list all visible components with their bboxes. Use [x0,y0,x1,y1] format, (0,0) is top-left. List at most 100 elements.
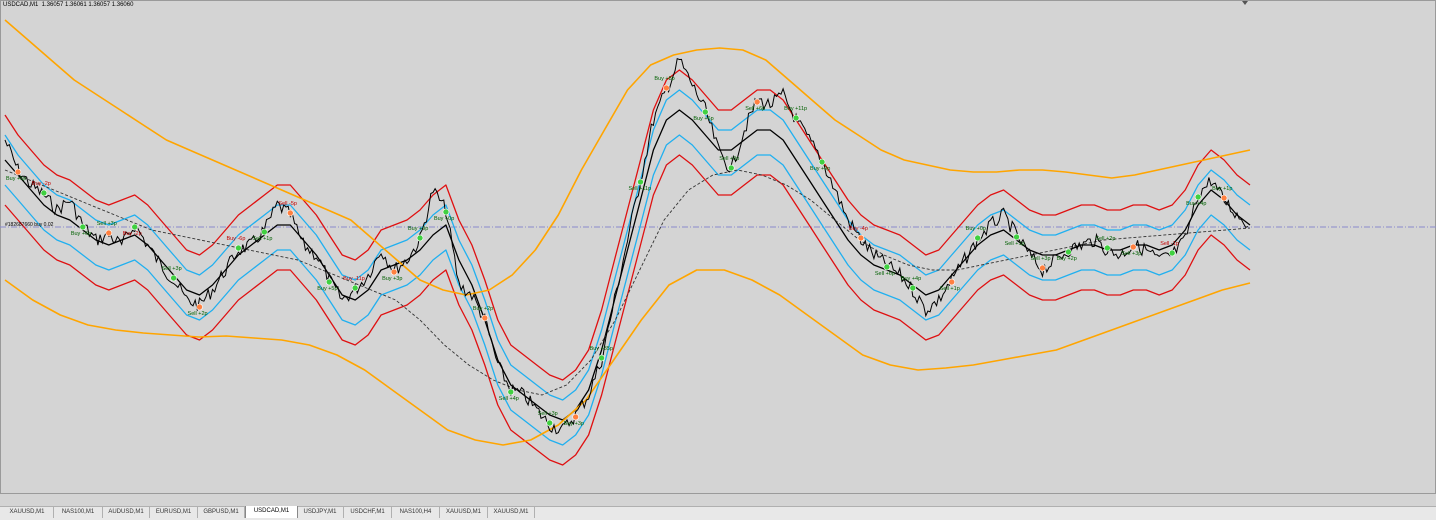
signal-label: Sell +1p [1005,241,1025,247]
signal-marker[interactable] [235,244,242,252]
tab-xauusd-m1[interactable]: XAUUSD,M1 [440,507,488,518]
signal-label: Buy +6p [693,116,713,122]
signal-label: Sell -5p [278,201,297,207]
signal-label: Sell +3p [162,266,182,272]
signal-marker[interactable] [948,278,956,286]
signal-label: Sell +2p [188,311,208,317]
signal-label: Sell +3p [1031,256,1051,262]
signal-marker[interactable] [1168,249,1176,257]
signal-marker[interactable] [1013,233,1020,241]
signal-marker[interactable] [287,209,294,217]
signal-marker[interactable] [351,284,359,292]
signal-marker[interactable] [325,278,333,286]
signal-marker[interactable] [857,234,865,242]
signal-label: Buy -6p [226,236,245,242]
signal-marker[interactable] [598,354,605,362]
signal-marker[interactable] [481,314,489,322]
signal-label: Buy +4p [901,276,921,282]
signal-label: Sell +4p [499,396,519,402]
series-red-lower [4,154,1251,466]
signal-label: Buy +0p [434,216,454,222]
tab-gbpusd-m1[interactable]: GBPUSD,M1 [198,507,245,518]
series-blue-lower [4,134,1251,446]
tab-xauusd-m1[interactable]: XAUUSD,M1 [1,507,54,518]
signal-label: Sell +1p [940,286,960,292]
series-orange-upper [4,19,1251,296]
signal-label: Buy +1p [1212,186,1232,192]
signal-marker[interactable] [131,223,138,231]
signal-label: Buy +11p [784,106,807,112]
signal-marker[interactable] [572,413,579,421]
tab-usdjpy-m1[interactable]: USDJPY,M1 [297,507,344,518]
signal-label: Buy +2p [1056,256,1076,262]
tab-nas100-h4[interactable]: NAS100,H4 [392,507,440,518]
signal-marker[interactable] [507,388,515,396]
signal-marker[interactable] [261,228,268,236]
signal-label: Buy +5p [6,176,26,182]
chart-canvas[interactable]: 22 Jul 202522 Jul 21:5422 Jul 22:5823 Ju… [0,0,1436,494]
signal-marker[interactable] [105,229,113,237]
signal-label: Buy +9p [408,226,428,232]
signal-marker[interactable] [818,158,826,166]
tab-eurusd-m1[interactable]: EURUSD,M1 [150,507,198,518]
signal-label: Sell +6p [745,106,765,112]
chart-area[interactable]: 22 Jul 202522 Jul 21:5422 Jul 22:5823 Ju… [0,0,1436,494]
signal-label: Buy -2p [32,181,51,187]
chart-frame [0,0,1436,494]
series-blue-upper [4,89,1251,401]
signal-label: Buy +0p [966,226,986,232]
signal-label: Buy +2p [473,306,493,312]
signal-label: Buy +35p [590,346,613,352]
signal-marker[interactable] [546,419,553,427]
order-line-label: #182687660 buy 0.02 [5,222,54,228]
signal-marker[interactable] [909,284,917,292]
series-ma-center [4,109,1251,421]
signal-label: Sell +11p [628,186,651,192]
signal-label: Buy -11p [343,276,365,282]
signal-label: Sell -1p [1160,241,1179,247]
signal-label: Sell +1p [252,236,272,242]
signal-marker[interactable] [1220,194,1228,202]
signal-label: Buy +6p [71,231,91,237]
signal-marker[interactable] [1104,244,1111,252]
signal-marker[interactable] [170,274,177,282]
signal-marker[interactable] [974,234,981,242]
signal-marker[interactable] [702,108,709,116]
signal-label: Sell +2p [1095,236,1115,242]
series-price [4,58,1249,435]
tab-usdchf-m1[interactable]: USDCHF,M1 [344,507,392,518]
tab-xauusd-m1[interactable]: XAUUSD,M1 [488,507,535,518]
tab-usdcad-m1[interactable]: USDCAD,M1 [245,506,298,518]
tab-nas100-m1[interactable]: NAS100,M1 [54,507,103,518]
signal-marker[interactable] [14,168,22,176]
signal-marker[interactable] [79,223,87,231]
signal-marker[interactable] [442,208,450,216]
signal-marker[interactable] [1065,248,1072,256]
symbol-tab-bar: XAUUSD,M1 NAS100,M1 AUDUSD,M1 EURUSD,M1 GBPU… [0,506,1436,520]
scroll-indicator-icon[interactable] [1242,1,1248,5]
signal-label: Buy +3p [564,421,584,427]
signal-label: Buy -2p [123,231,142,237]
signal-label: Buy -4p [849,226,868,232]
signal-marker[interactable] [1129,243,1137,251]
series-red-upper [4,69,1251,381]
signal-label: Sell +3p [97,221,117,227]
signal-marker[interactable] [390,268,398,276]
signal-marker[interactable] [416,234,424,242]
signal-marker[interactable] [40,189,48,197]
signal-marker[interactable] [663,84,670,92]
signal-label: Sell +3p [1121,251,1141,257]
signal-label: Sell +3p [538,411,558,417]
tab-audusd-m1[interactable]: AUDUSD,M1 [103,507,150,518]
signal-marker[interactable] [792,114,800,122]
signal-marker[interactable] [883,263,891,271]
signal-marker[interactable] [753,98,761,106]
signal-label: Buy +4p [1186,201,1206,207]
series-dashed-ma [4,169,1251,396]
signal-marker[interactable] [727,164,735,172]
signal-marker[interactable] [637,178,644,186]
signal-marker[interactable] [1194,193,1202,201]
signal-marker[interactable] [196,303,203,311]
signal-marker[interactable] [1039,264,1046,272]
signal-label: Buy +5p [317,286,337,292]
